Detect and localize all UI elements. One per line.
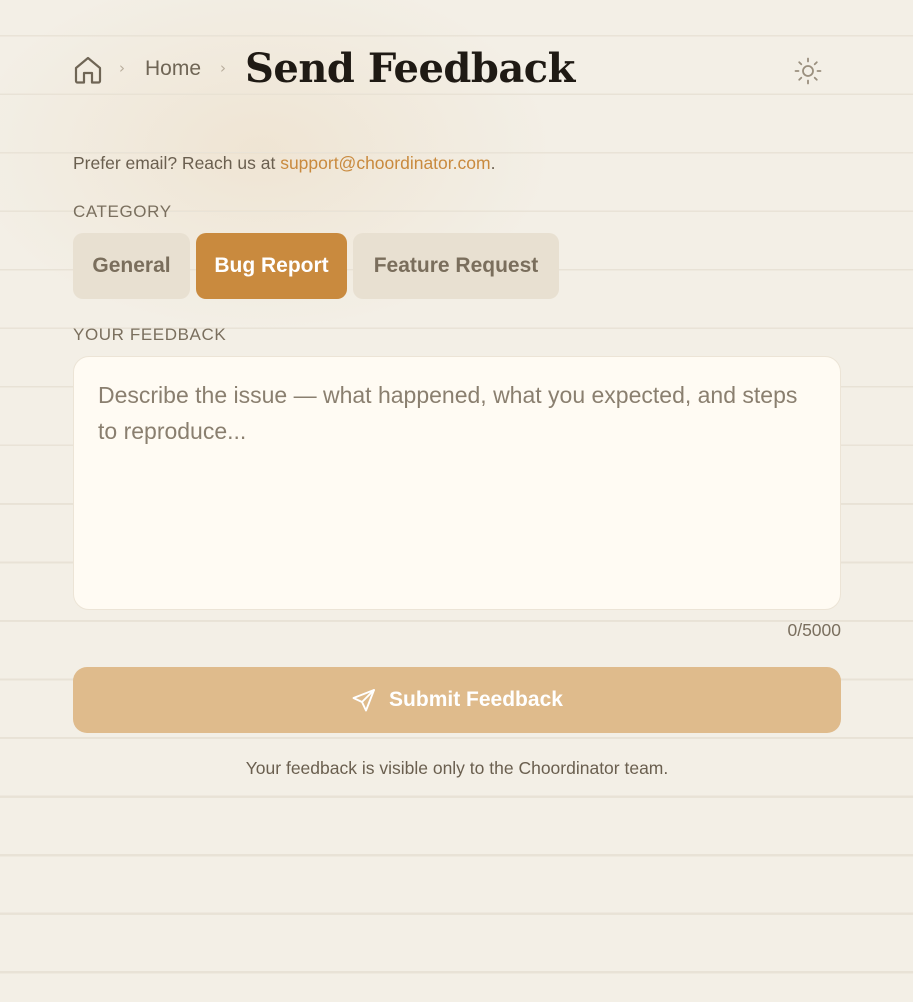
page-title: Send Feedback [245,45,575,92]
sun-icon[interactable] [793,56,823,86]
header: › Home › Send Feedback [73,44,841,100]
feedback-textarea[interactable] [73,356,841,610]
submit-feedback-button[interactable]: Submit Feedback [73,667,841,733]
category-feature-request-button[interactable]: Feature Request [353,233,559,299]
home-icon[interactable] [73,55,103,85]
contact-email-line: Prefer email? Reach us at support@choord… [73,153,495,174]
category-label: CATEGORY [73,202,172,221]
privacy-note: Your feedback is visible only to the Cho… [245,758,669,778]
breadcrumb-separator: › [119,59,125,77]
contact-suffix: . [490,153,496,173]
feedback-label: YOUR FEEDBACK [73,325,227,344]
breadcrumb-home-link[interactable]: Home [145,57,201,81]
character-counter: 0/5000 [787,620,841,640]
breadcrumb-separator: › [220,59,226,77]
category-bug-report-button[interactable]: Bug Report [196,233,347,299]
category-general-button[interactable]: General [73,233,190,299]
contact-prefix: Prefer email? Reach us at [73,153,281,173]
submit-feedback-label: Submit Feedback [389,688,563,711]
send-icon [351,687,377,713]
support-email-link[interactable]: support@choordinator.com [280,153,490,173]
